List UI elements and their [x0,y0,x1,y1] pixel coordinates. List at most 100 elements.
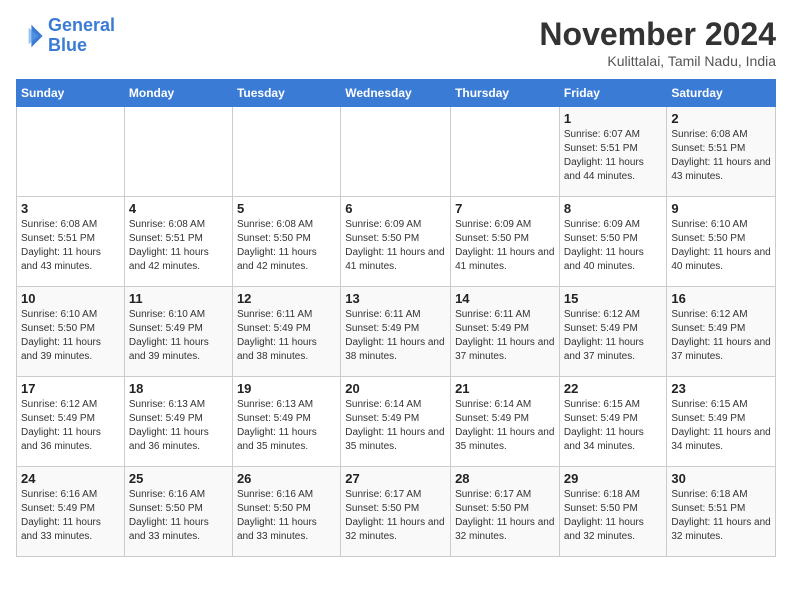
title-block: November 2024 Kulittalai, Tamil Nadu, In… [539,16,776,69]
day-info: Sunrise: 6:09 AM Sunset: 5:50 PM Dayligh… [564,218,663,274]
day-number: 21 [455,381,555,396]
day-info: Sunrise: 6:07 AM Sunset: 5:51 PM Dayligh… [564,128,663,184]
day-info: Sunrise: 6:10 AM Sunset: 5:49 PM Dayligh… [129,308,228,364]
day-number: 18 [129,381,228,396]
logo-icon [16,22,44,50]
calendar-cell: 15 Sunrise: 6:12 AM Sunset: 5:49 PM Dayli… [559,287,667,377]
weekday-header: Monday [124,80,232,107]
day-info: Sunrise: 6:10 AM Sunset: 5:50 PM Dayligh… [671,218,771,274]
calendar-cell: 6Sunrise: 6:09 AM Sunset: 5:50 PM Daylig… [341,197,451,287]
day-number: 1 [564,111,663,126]
day-info: Sunrise: 6:10 AM Sunset: 5:50 PM Dayligh… [21,308,120,364]
day-number: 17 [21,381,120,396]
calendar-cell: 11 Sunrise: 6:10 AM Sunset: 5:49 PM Dayli… [124,287,232,377]
day-info: Sunrise: 6:11 AM Sunset: 5:49 PM Dayligh… [345,308,446,364]
calendar-table: SundayMondayTuesdayWednesdayThursdayFrid… [16,79,776,557]
day-number: 7 [455,201,555,216]
logo: General Blue [16,16,115,56]
calendar-week-row: 17 Sunrise: 6:12 AM Sunset: 5:49 PM Dayli… [17,377,776,467]
calendar-cell: 8 Sunrise: 6:09 AM Sunset: 5:50 PM Daylig… [559,197,667,287]
day-number: 28 [455,471,555,486]
day-info: Sunrise: 6:08 AM Sunset: 5:51 PM Dayligh… [671,128,771,184]
month-title: November 2024 [539,16,776,53]
calendar-cell: 2 Sunrise: 6:08 AM Sunset: 5:51 PM Daylig… [667,107,776,197]
logo-text: General Blue [48,16,115,56]
calendar-week-row: 24 Sunrise: 6:16 AM Sunset: 5:49 PM Dayli… [17,467,776,557]
day-info: Sunrise: 6:08 AM Sunset: 5:51 PM Dayligh… [129,218,228,274]
logo-line1: General [48,15,115,35]
calendar-cell: 30Sunrise: 6:18 AM Sunset: 5:51 PM Dayli… [667,467,776,557]
calendar-cell: 18 Sunrise: 6:13 AM Sunset: 5:49 PM Dayli… [124,377,232,467]
logo-line2: Blue [48,35,87,55]
day-info: Sunrise: 6:09 AM Sunset: 5:50 PM Dayligh… [345,218,446,274]
day-number: 19 [237,381,336,396]
day-info: Sunrise: 6:13 AM Sunset: 5:49 PM Dayligh… [129,398,228,454]
day-info: Sunrise: 6:16 AM Sunset: 5:50 PM Dayligh… [237,488,336,544]
weekday-header: Friday [559,80,667,107]
calendar-cell: 12Sunrise: 6:11 AM Sunset: 5:49 PM Dayli… [232,287,340,377]
day-info: Sunrise: 6:11 AM Sunset: 5:49 PM Dayligh… [455,308,555,364]
calendar-cell: 10 Sunrise: 6:10 AM Sunset: 5:50 PM Dayli… [17,287,125,377]
day-number: 15 [564,291,663,306]
day-number: 24 [21,471,120,486]
day-number: 16 [671,291,771,306]
calendar-cell: 23Sunrise: 6:15 AM Sunset: 5:49 PM Dayli… [667,377,776,467]
day-number: 4 [129,201,228,216]
calendar-cell: 27 Sunrise: 6:17 AM Sunset: 5:50 PM Dayli… [341,467,451,557]
day-info: Sunrise: 6:17 AM Sunset: 5:50 PM Dayligh… [345,488,446,544]
day-info: Sunrise: 6:08 AM Sunset: 5:51 PM Dayligh… [21,218,120,274]
day-info: Sunrise: 6:16 AM Sunset: 5:50 PM Dayligh… [129,488,228,544]
calendar-cell: 16 Sunrise: 6:12 AM Sunset: 5:49 PM Dayli… [667,287,776,377]
day-info: Sunrise: 6:13 AM Sunset: 5:49 PM Dayligh… [237,398,336,454]
calendar-header: SundayMondayTuesdayWednesdayThursdayFrid… [17,80,776,107]
calendar-cell: 5Sunrise: 6:08 AM Sunset: 5:50 PM Daylig… [232,197,340,287]
location-subtitle: Kulittalai, Tamil Nadu, India [539,53,776,69]
calendar-cell: 14 Sunrise: 6:11 AM Sunset: 5:49 PM Dayli… [451,287,560,377]
day-info: Sunrise: 6:15 AM Sunset: 5:49 PM Dayligh… [671,398,771,454]
weekday-header: Thursday [451,80,560,107]
weekday-header: Tuesday [232,80,340,107]
calendar-week-row: 10 Sunrise: 6:10 AM Sunset: 5:50 PM Dayli… [17,287,776,377]
day-number: 3 [21,201,120,216]
day-info: Sunrise: 6:11 AM Sunset: 5:49 PM Dayligh… [237,308,336,364]
day-number: 10 [21,291,120,306]
calendar-cell [451,107,560,197]
day-number: 11 [129,291,228,306]
weekday-header: Saturday [667,80,776,107]
calendar-cell: 29Sunrise: 6:18 AM Sunset: 5:50 PM Dayli… [559,467,667,557]
calendar-cell: 7Sunrise: 6:09 AM Sunset: 5:50 PM Daylig… [451,197,560,287]
calendar-cell: 19 Sunrise: 6:13 AM Sunset: 5:49 PM Dayli… [232,377,340,467]
day-info: Sunrise: 6:14 AM Sunset: 5:49 PM Dayligh… [345,398,446,454]
day-info: Sunrise: 6:16 AM Sunset: 5:49 PM Dayligh… [21,488,120,544]
calendar-cell: 1 Sunrise: 6:07 AM Sunset: 5:51 PM Daylig… [559,107,667,197]
day-info: Sunrise: 6:14 AM Sunset: 5:49 PM Dayligh… [455,398,555,454]
day-info: Sunrise: 6:18 AM Sunset: 5:50 PM Dayligh… [564,488,663,544]
day-number: 20 [345,381,446,396]
weekday-header: Sunday [17,80,125,107]
day-number: 8 [564,201,663,216]
day-info: Sunrise: 6:12 AM Sunset: 5:49 PM Dayligh… [671,308,771,364]
day-number: 22 [564,381,663,396]
calendar-cell [17,107,125,197]
day-number: 2 [671,111,771,126]
day-number: 26 [237,471,336,486]
calendar-week-row: 3 Sunrise: 6:08 AM Sunset: 5:51 PM Daylig… [17,197,776,287]
day-number: 25 [129,471,228,486]
page-header: General Blue November 2024 Kulittalai, T… [16,16,776,69]
weekday-header-row: SundayMondayTuesdayWednesdayThursdayFrid… [17,80,776,107]
day-number: 9 [671,201,771,216]
day-info: Sunrise: 6:12 AM Sunset: 5:49 PM Dayligh… [564,308,663,364]
calendar-cell: 3 Sunrise: 6:08 AM Sunset: 5:51 PM Daylig… [17,197,125,287]
weekday-header: Wednesday [341,80,451,107]
calendar-body: 1 Sunrise: 6:07 AM Sunset: 5:51 PM Daylig… [17,107,776,557]
calendar-cell: 13Sunrise: 6:11 AM Sunset: 5:49 PM Dayli… [341,287,451,377]
day-info: Sunrise: 6:12 AM Sunset: 5:49 PM Dayligh… [21,398,120,454]
day-info: Sunrise: 6:08 AM Sunset: 5:50 PM Dayligh… [237,218,336,274]
calendar-cell [341,107,451,197]
day-number: 14 [455,291,555,306]
calendar-cell: 17 Sunrise: 6:12 AM Sunset: 5:49 PM Dayli… [17,377,125,467]
calendar-cell: 22Sunrise: 6:15 AM Sunset: 5:49 PM Dayli… [559,377,667,467]
calendar-cell: 26 Sunrise: 6:16 AM Sunset: 5:50 PM Dayli… [232,467,340,557]
day-info: Sunrise: 6:17 AM Sunset: 5:50 PM Dayligh… [455,488,555,544]
day-number: 27 [345,471,446,486]
